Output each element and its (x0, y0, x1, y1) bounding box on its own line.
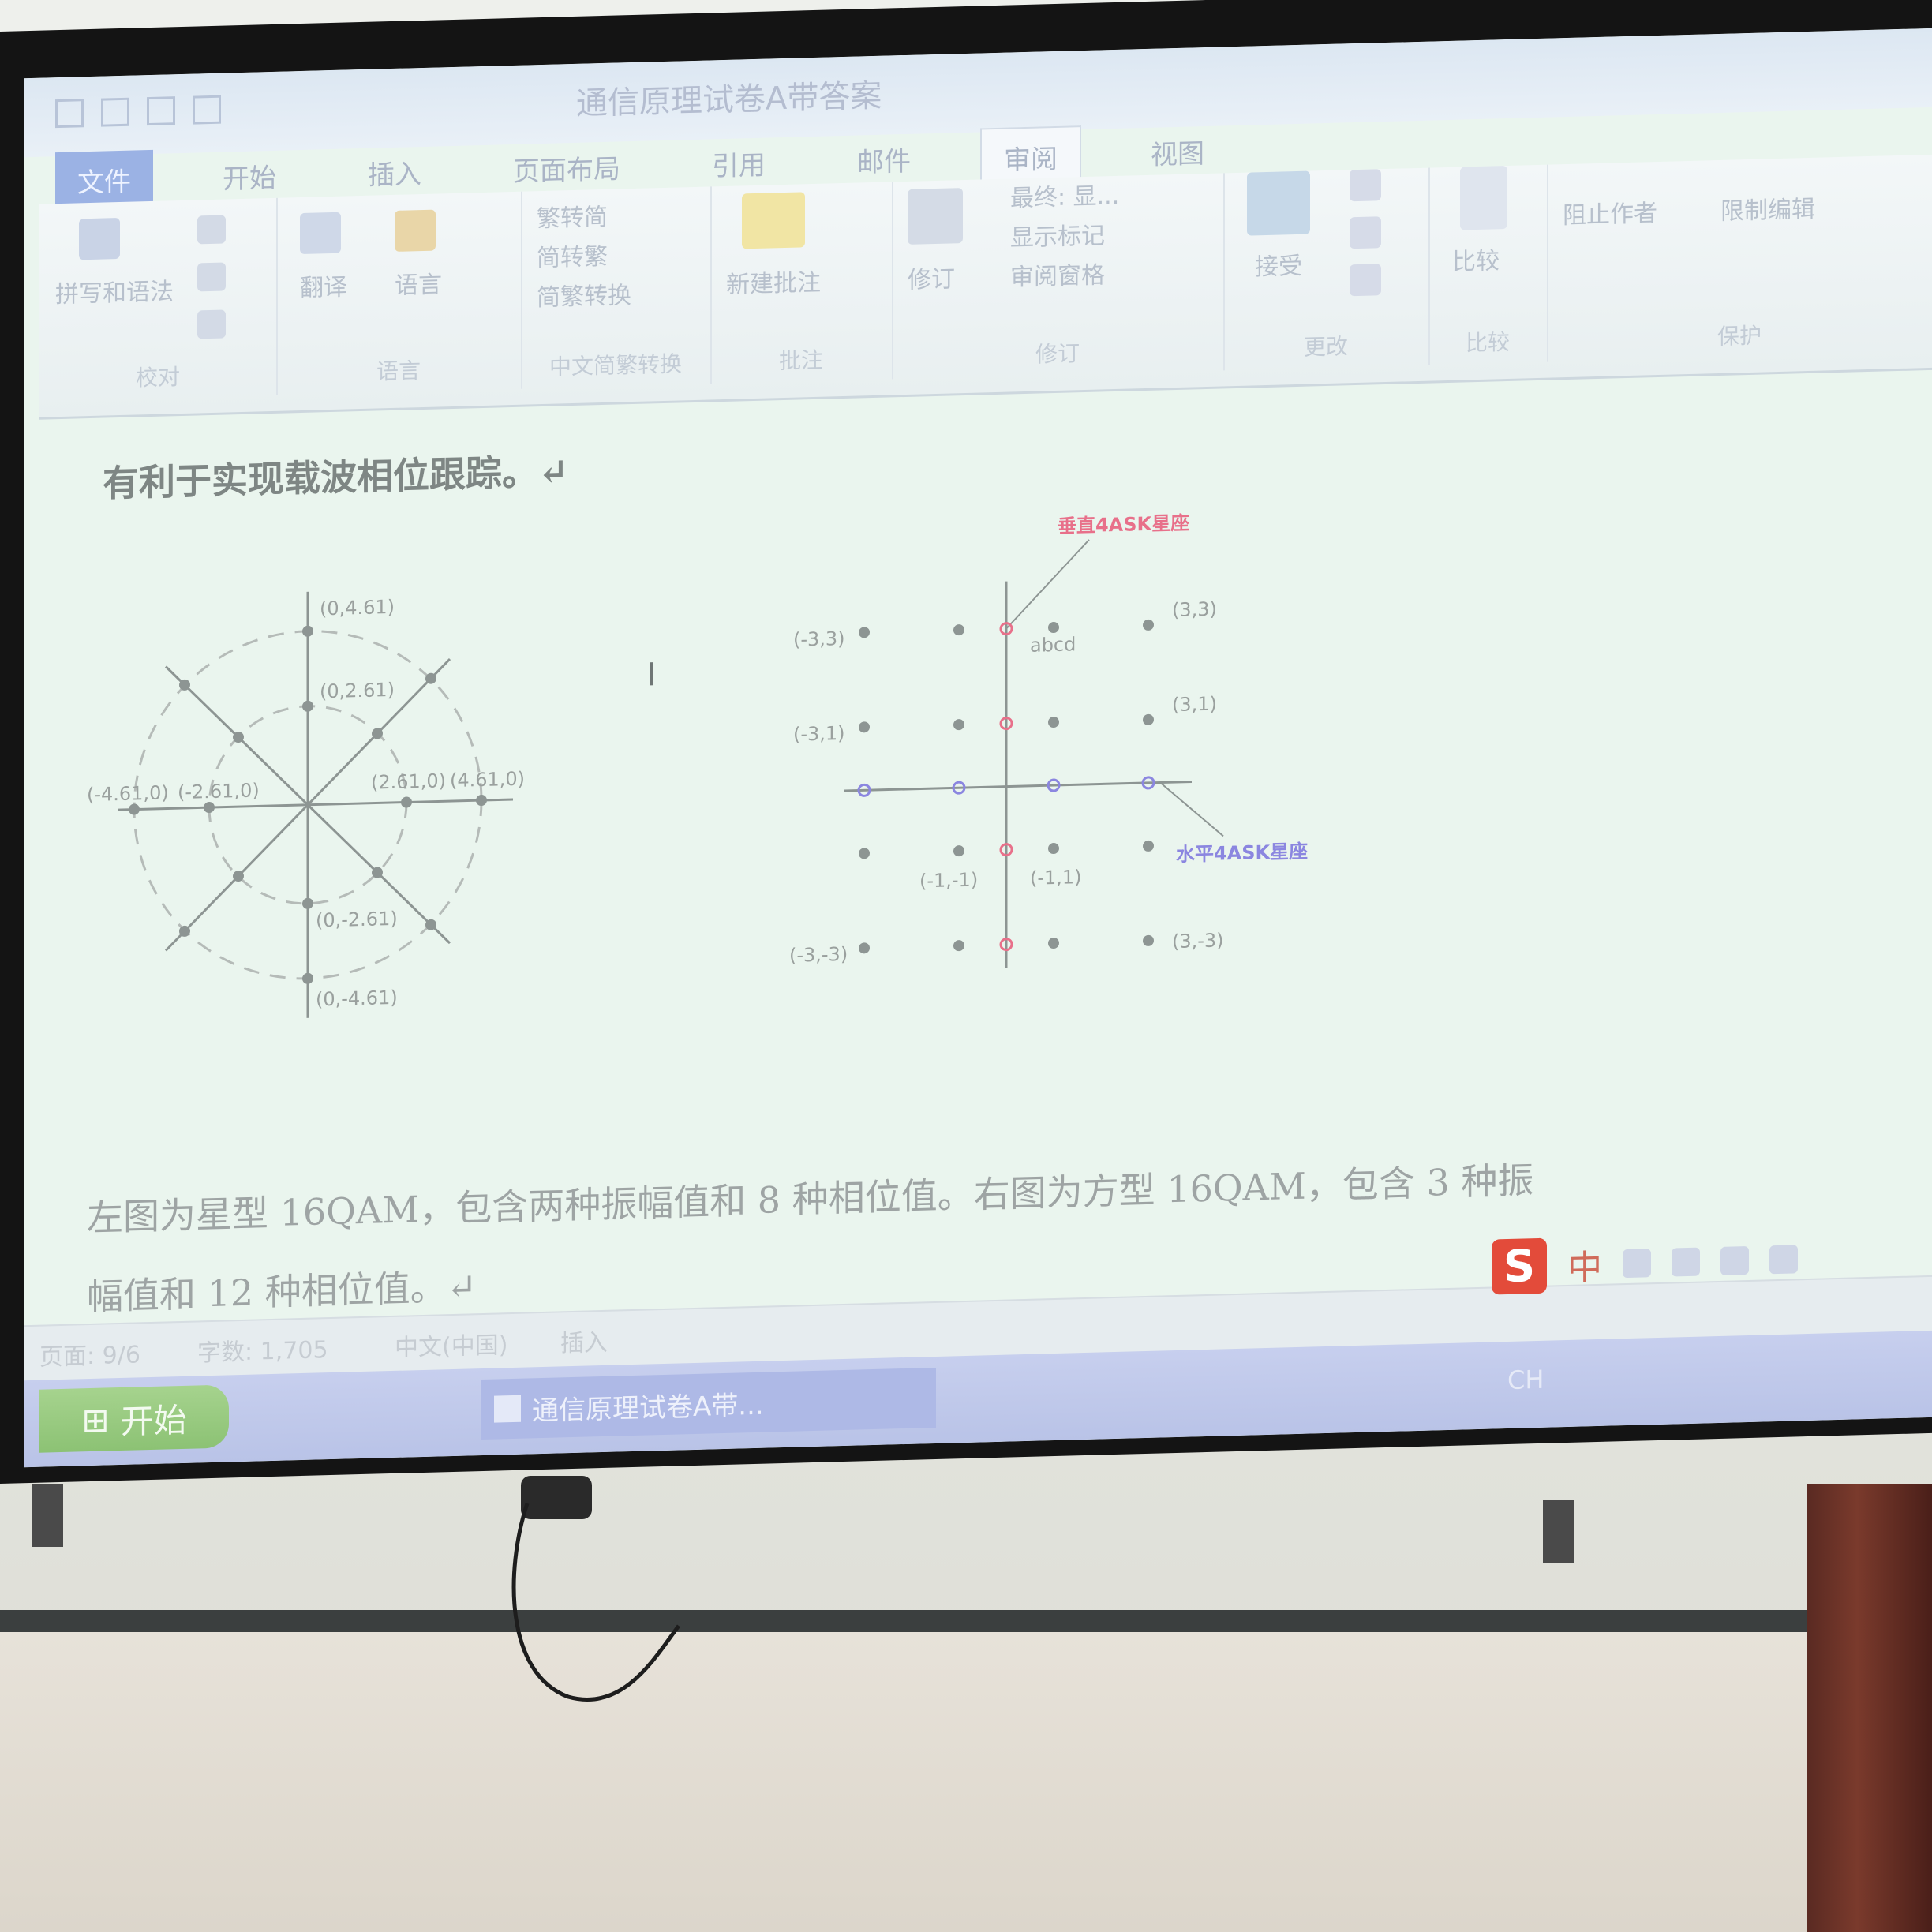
screen-bracket-left (32, 1484, 63, 1547)
cable-wire (511, 1503, 681, 1702)
cable (32, 1476, 1574, 1702)
cable-connector (521, 1476, 592, 1519)
screen-bracket-right (1543, 1500, 1574, 1563)
